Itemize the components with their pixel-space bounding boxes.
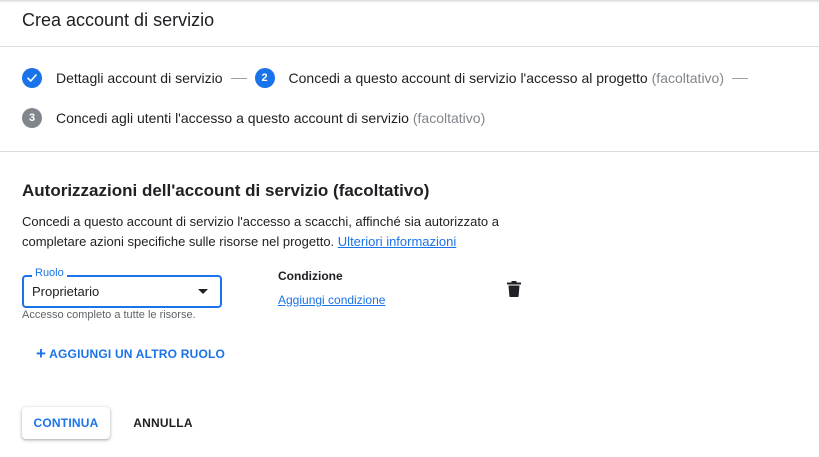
step-connector — [732, 77, 748, 79]
step-connector — [230, 77, 247, 79]
learn-more-link[interactable]: Ulteriori informazioni — [338, 234, 456, 249]
condition-label: Condizione — [278, 269, 343, 283]
add-role-button[interactable]: + AGGIUNGI UN ALTRO RUOLO — [36, 344, 226, 363]
step-3-optional: (facoltativo) — [412, 110, 486, 126]
role-select[interactable]: Ruolo Proprietario — [22, 267, 222, 308]
top-shadow — [0, 0, 819, 3]
step-1-indicator — [22, 68, 42, 88]
section-title: Autorizzazioni dell'account di servizio … — [22, 181, 430, 200]
plus-icon: + — [36, 344, 47, 363]
caret-down-icon — [198, 289, 208, 294]
trash-icon[interactable] — [507, 281, 521, 297]
check-icon — [27, 74, 37, 82]
stepper-divider — [0, 151, 819, 152]
section-description: Concedi a questo account di servizio l'a… — [22, 212, 522, 252]
step-3-indicator: 3 — [22, 108, 42, 128]
step-2-label[interactable]: Concedi a questo account di servizio l'a… — [289, 70, 648, 86]
role-select-label: Ruolo — [32, 267, 67, 279]
step-1-label[interactable]: Dettagli account di servizio — [56, 70, 223, 86]
role-helper-text: Accesso completo a tutte le risorse. — [22, 309, 196, 321]
stepper-row-2: 3 Concedi agli utenti l'accesso a questo… — [22, 108, 485, 128]
step-2-optional: (facoltativo) — [651, 70, 724, 86]
header-divider — [0, 46, 819, 47]
add-condition-link[interactable]: Aggiungi condizione — [278, 293, 385, 307]
cancel-button[interactable]: ANNULLA — [124, 407, 202, 439]
step-3-label[interactable]: Concedi agli utenti l'accesso a questo a… — [56, 110, 409, 126]
step-2-indicator: 2 — [254, 68, 275, 88]
continue-button[interactable]: CONTINUA — [22, 407, 110, 439]
stepper-row-1: Dettagli account di servizio 2 Concedi a… — [22, 68, 756, 88]
role-select-value: Proprietario — [32, 284, 100, 299]
page-title: Crea account di servizio — [22, 10, 215, 30]
add-role-label: AGGIUNGI UN ALTRO RUOLO — [49, 347, 226, 361]
